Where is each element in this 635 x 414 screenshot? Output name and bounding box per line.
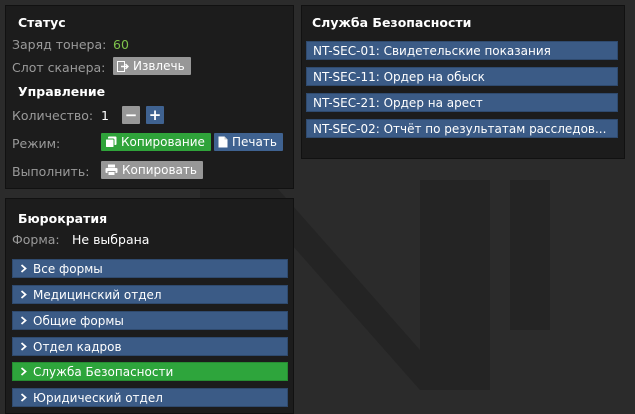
chevron-right-icon — [20, 290, 27, 299]
control-title: Управление — [18, 84, 106, 99]
chevron-right-icon — [20, 342, 27, 351]
mode-print-button[interactable]: Печать — [214, 133, 283, 151]
quantity-decrease-button[interactable]: − — [122, 106, 140, 124]
form-item[interactable]: NT-SEC-11: Ордер на обыск — [306, 67, 618, 86]
category-item[interactable]: Общие формы — [12, 311, 288, 330]
category-item[interactable]: Все формы — [12, 259, 288, 278]
execute-label: Выполнить: — [12, 164, 90, 179]
chevron-right-icon — [20, 367, 27, 376]
bureaucracy-title: Бюрократия — [18, 211, 108, 226]
category-item-label: Юридический отдел — [33, 390, 163, 405]
category-item-label: Медицинский отдел — [33, 287, 162, 302]
category-item[interactable]: Юридический отдел — [12, 388, 288, 407]
scanner-label: Слот сканера: — [12, 60, 106, 75]
copy-icon — [105, 136, 117, 148]
chevron-right-icon — [20, 393, 27, 402]
category-item-selected[interactable]: Служба Безопасности — [12, 362, 288, 381]
category-item[interactable]: Медицинский отдел — [12, 285, 288, 304]
print-icon — [105, 164, 118, 176]
form-label: Форма: — [12, 232, 60, 247]
copy-execute-label: Копировать — [122, 163, 197, 177]
copy-execute-button[interactable]: Копировать — [101, 161, 203, 179]
form-item[interactable]: NT-SEC-01: Свидетельские показания — [306, 41, 618, 60]
form-item[interactable]: NT-SEC-02: Отчёт по результатам расследо… — [306, 119, 618, 138]
quantity-value: 1 — [101, 108, 109, 123]
form-value: Не выбрана — [72, 232, 150, 247]
quantity-increase-button[interactable]: + — [146, 106, 164, 124]
eject-button[interactable]: Извлечь — [113, 57, 191, 75]
category-item-label: Служба Безопасности — [33, 364, 174, 379]
category-item-label: Общие формы — [33, 313, 124, 328]
eject-icon — [117, 60, 129, 72]
bureaucracy-panel — [5, 198, 294, 414]
mode-copy-button[interactable]: Копирование — [101, 133, 211, 151]
category-item-label: Все формы — [33, 261, 103, 276]
quantity-label: Количество: — [12, 108, 94, 123]
mode-print-label: Печать — [232, 135, 277, 149]
file-icon — [218, 136, 228, 148]
mode-copy-label: Копирование — [121, 135, 205, 149]
security-title: Служба Безопасности — [312, 15, 472, 30]
chevron-right-icon — [20, 316, 27, 325]
chevron-right-icon — [20, 264, 27, 273]
status-title: Статус — [18, 15, 66, 30]
category-item[interactable]: Отдел кадров — [12, 337, 288, 356]
toner-label: Заряд тонера: — [12, 37, 107, 52]
form-item[interactable]: NT-SEC-21: Ордер на арест — [306, 93, 618, 112]
mode-label: Режим: — [12, 136, 61, 151]
category-item-label: Отдел кадров — [33, 339, 122, 354]
toner-value: 60 — [113, 37, 129, 52]
eject-button-label: Извлечь — [133, 59, 185, 73]
